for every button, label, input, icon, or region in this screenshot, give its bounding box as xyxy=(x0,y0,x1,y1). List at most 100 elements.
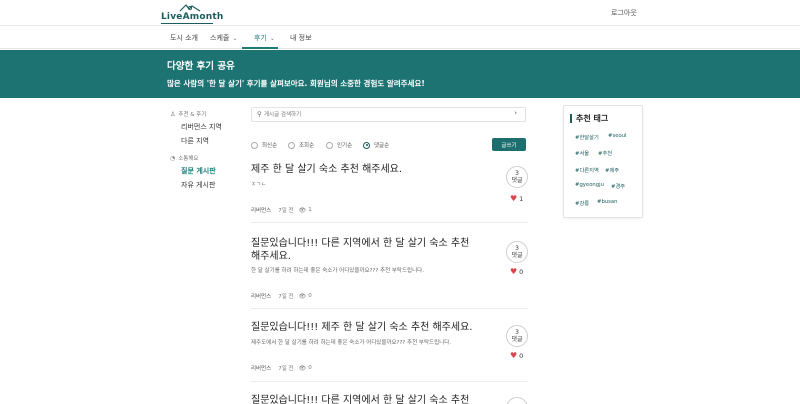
comment-label: 댓글 xyxy=(511,336,523,343)
sidebar-item-liveamonth-region[interactable]: 리버먼스 지역 xyxy=(170,120,250,134)
like-count[interactable]: ♥ 1 xyxy=(510,194,523,203)
sidebar-group-review: ♙ 추천 & 후기 xyxy=(170,108,250,120)
radio-dot xyxy=(251,141,258,149)
nav-item-label: 후기 xyxy=(254,34,267,42)
sidebar-group-label: 소통해요 xyxy=(178,156,199,162)
comment-label: 댓글 xyxy=(511,177,523,184)
logo-mark-icon xyxy=(179,4,201,12)
post-author: 리버먼스 xyxy=(251,294,272,300)
tag-chip[interactable]: #강릉 xyxy=(575,199,589,207)
tag-chip[interactable]: #busan xyxy=(597,199,618,205)
post-views: 0 xyxy=(308,365,312,371)
logo-underline xyxy=(161,23,213,24)
post-date: 7일 전 xyxy=(278,366,294,372)
post-date: 7일 전 xyxy=(278,294,294,300)
nav-active-indicator xyxy=(242,47,278,49)
recommended-tags-panel: 추천 태그 #한달살기 #seoul #서울 #추천 #다른지역 #제주 #gy… xyxy=(563,105,643,218)
post-date: 7일 전 xyxy=(278,208,294,214)
post-title[interactable]: 질문있습니다!!! 다른 지역에서 한 달 살기 숙소 추천 해주세요. xyxy=(251,237,476,263)
comment-count-badge: 3 댓글 xyxy=(506,241,528,263)
page-banner: 다양한 후기 공유 많은 사람의 '한 달 살기' 후기를 살펴보아요. 회원님… xyxy=(0,50,800,98)
tag-chip[interactable]: #다른지역 xyxy=(575,166,599,174)
sort-option-label: 댓글순 xyxy=(374,143,390,149)
tag-chip[interactable]: #한달살기 xyxy=(575,133,599,141)
heart-icon: ♥ xyxy=(510,194,518,203)
main-nav: 도시 소개 스케줄 ⌄ 후기 ⌄ 내 정보 xyxy=(0,27,800,49)
tag-chip[interactable]: #seoul xyxy=(608,133,627,139)
post-item[interactable]: 질문있습니다!!! 제주 한 달 살기 숙소 추천 해주세요. 제주도에서 한 … xyxy=(251,321,528,382)
nav-item-city[interactable]: 도시 소개 xyxy=(170,33,198,43)
comment-count: 3 xyxy=(515,329,519,336)
top-bar: LiveAmonth 로그아웃 xyxy=(0,0,800,26)
nav-item-label: 도시 소개 xyxy=(170,34,198,42)
heart-icon: ♥ xyxy=(510,267,518,276)
post-views: 0 xyxy=(308,293,312,299)
radio-dot xyxy=(363,141,370,149)
heart-icon: ♥ xyxy=(510,351,518,360)
logo[interactable]: LiveAmonth xyxy=(161,4,224,24)
sidebar-item-free-board[interactable]: 자유 게시판 xyxy=(170,178,250,192)
post-title[interactable]: 제주 한 달 살기 숙소 추천 해주세요. xyxy=(251,163,476,176)
search-input[interactable] xyxy=(264,110,484,120)
sort-views-radio[interactable]: 조회순 xyxy=(288,139,314,151)
sidebar-item-other-region[interactable]: 다른 지역 xyxy=(170,134,250,148)
write-post-button[interactable]: 글쓰기 xyxy=(492,138,526,151)
post-author: 리버먼스 xyxy=(251,366,272,372)
chevron-down-icon: ⌄ xyxy=(232,35,238,42)
post-item[interactable]: 질문있습니다!!! 다른 지역에서 한 달 살기 숙소 추천 xyxy=(251,394,528,404)
post-meta: 리버먼스 7일 전 👁 0 xyxy=(251,292,312,301)
post-item[interactable]: 제주 한 달 살기 숙소 추천 해주세요. ㅈㄱㄴ 리버먼스 7일 전 👁 1 … xyxy=(251,163,528,223)
comment-count-badge xyxy=(506,397,528,404)
tag-chip[interactable]: #추천 xyxy=(598,149,612,157)
sort-latest-radio[interactable]: 최신순 xyxy=(251,139,277,151)
nav-item-schedule[interactable]: 스케줄 ⌄ xyxy=(210,33,237,43)
chevron-right-icon[interactable]: › xyxy=(514,109,517,117)
post-title[interactable]: 질문있습니다!!! 다른 지역에서 한 달 살기 숙소 추천 xyxy=(251,394,476,404)
post-meta: 리버먼스 7일 전 👁 0 xyxy=(251,364,312,373)
chevron-down-icon: ⌄ xyxy=(269,35,275,42)
sort-option-label: 최신순 xyxy=(262,143,278,149)
sidebar: ♙ 추천 & 후기 리버먼스 지역 다른 지역 ◔ 소통해요 질문 게시판 자유… xyxy=(170,108,250,192)
post-item[interactable]: 질문있습니다!!! 다른 지역에서 한 달 살기 숙소 추천 해주세요. 한 달… xyxy=(251,237,528,309)
nav-item-my-info[interactable]: 내 정보 xyxy=(290,33,312,43)
post-body: 한 달 살기를 하려 하는데 좋은 숙소가 어디있을까요??? 추천 부탁드립니… xyxy=(251,268,424,274)
comment-count-badge: 3 댓글 xyxy=(506,166,528,188)
sidebar-group-community: ◔ 소통해요 xyxy=(170,152,250,164)
sort-popular-radio[interactable]: 인기순 xyxy=(326,139,352,151)
sidebar-item-question-board[interactable]: 질문 게시판 xyxy=(170,164,250,178)
radio-dot xyxy=(326,141,333,149)
post-views: 1 xyxy=(308,207,312,213)
nav-item-review[interactable]: 후기 ⌄ xyxy=(254,33,275,43)
radio-dot xyxy=(288,141,295,149)
post-author: 리버먼스 xyxy=(251,208,272,214)
tags-title: 추천 태그 xyxy=(570,114,608,123)
sort-comments-radio[interactable]: 댓글순 xyxy=(363,139,389,151)
comment-count-badge: 3 댓글 xyxy=(506,325,528,347)
logout-link[interactable]: 로그아웃 xyxy=(611,8,637,18)
banner-title: 다양한 후기 공유 xyxy=(167,61,235,72)
eye-icon: 👁 xyxy=(298,292,307,300)
like-count-value: 0 xyxy=(519,351,524,360)
tag-chip[interactable]: #서울 xyxy=(575,149,589,157)
sort-option-label: 인기순 xyxy=(337,143,353,149)
logo-text: LiveAmonth xyxy=(161,12,224,22)
like-count-value: 1 xyxy=(519,194,524,203)
nav-item-label: 스케줄 xyxy=(210,34,230,42)
eye-icon: 👁 xyxy=(298,364,307,372)
sort-option-label: 조회순 xyxy=(299,143,315,149)
banner-subtitle: 많은 사람의 '한 달 살기' 후기를 살펴보아요. 회원님의 소중한 경험도 … xyxy=(167,79,425,88)
like-count[interactable]: ♥ 0 xyxy=(510,351,523,360)
tag-chip[interactable]: #제주 xyxy=(605,166,619,174)
post-title[interactable]: 질문있습니다!!! 제주 한 달 살기 숙소 추천 해주세요. xyxy=(251,321,476,334)
like-count-value: 0 xyxy=(519,267,524,276)
like-count[interactable]: ♥ 0 xyxy=(510,267,523,276)
tag-chip[interactable]: #gyeongju xyxy=(575,182,604,188)
tag-chip[interactable]: #경주 xyxy=(611,182,625,190)
comment-label: 댓글 xyxy=(511,252,523,259)
comment-count: 3 xyxy=(515,170,519,177)
nav-item-label: 내 정보 xyxy=(290,34,312,42)
sidebar-group-label: 추천 & 후기 xyxy=(178,112,207,118)
eye-icon: 👁 xyxy=(298,206,307,214)
comment-count: 3 xyxy=(515,245,519,252)
community-group-icon: ◔ xyxy=(170,154,176,162)
